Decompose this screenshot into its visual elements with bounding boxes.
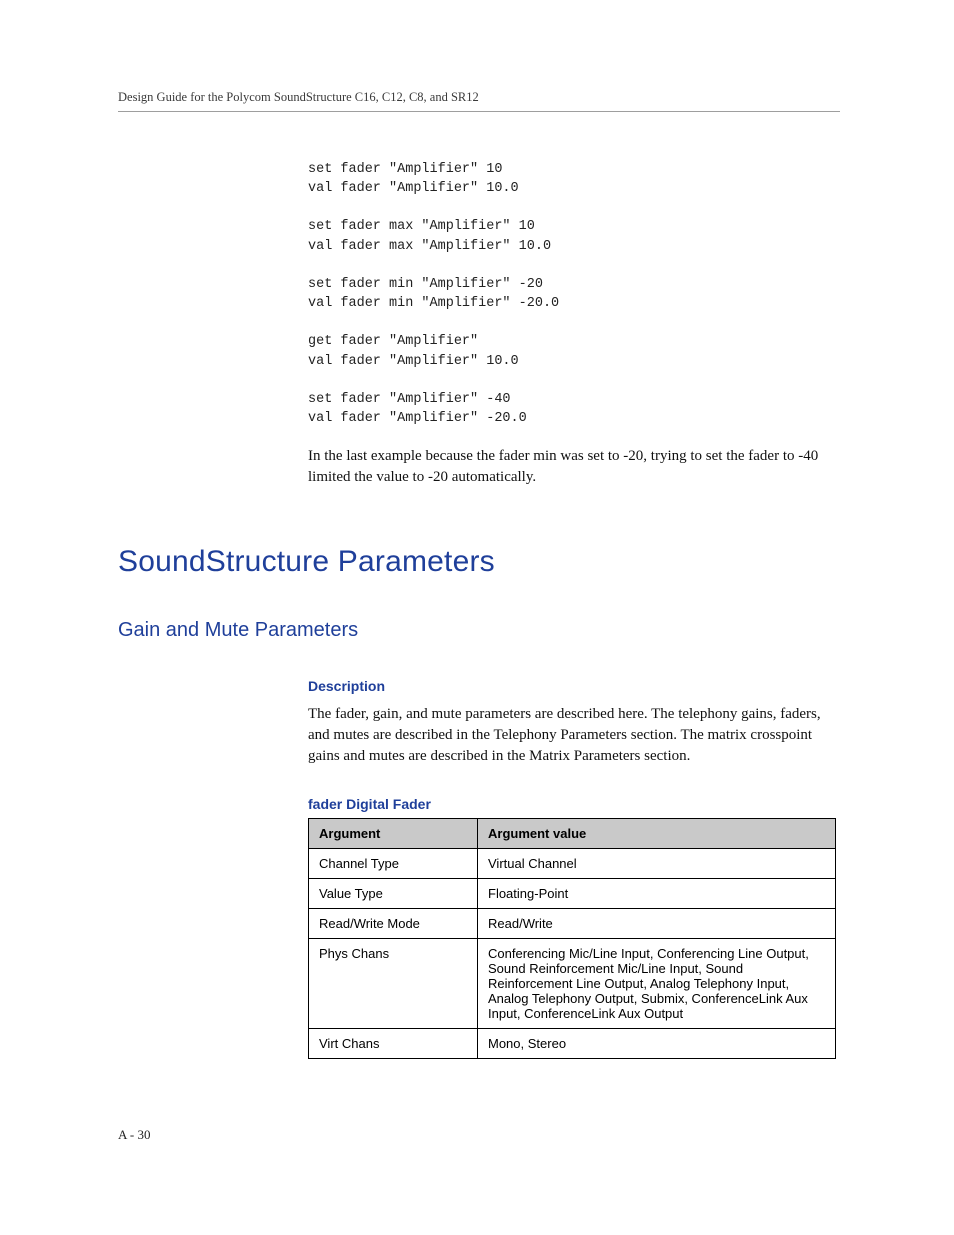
description-heading: Description <box>308 678 840 694</box>
table-row: Value Type Floating-Point <box>309 878 836 908</box>
cell-argument: Virt Chans <box>309 1028 478 1058</box>
table-row: Channel Type Virtual Channel <box>309 848 836 878</box>
code-example-block: set fader "Amplifier" 10 val fader "Ampl… <box>308 160 840 489</box>
description-block: Description The fader, gain, and mute pa… <box>308 678 840 1059</box>
cell-argument: Phys Chans <box>309 938 478 1028</box>
cell-value: Mono, Stereo <box>478 1028 836 1058</box>
section-heading-h2: Gain and Mute Parameters <box>118 619 840 642</box>
code-listing: set fader "Amplifier" 10 val fader "Ampl… <box>308 160 840 428</box>
cell-argument: Read/Write Mode <box>309 908 478 938</box>
running-header: Design Guide for the Polycom SoundStruct… <box>118 90 840 105</box>
body-paragraph: In the last example because the fader mi… <box>308 446 840 489</box>
table-header-argument: Argument <box>309 818 478 848</box>
cell-value: Virtual Channel <box>478 848 836 878</box>
table-header-value: Argument value <box>478 818 836 848</box>
table-header-row: Argument Argument value <box>309 818 836 848</box>
page-number: A - 30 <box>118 1127 151 1143</box>
parameter-table: Argument Argument value Channel Type Vir… <box>308 818 836 1059</box>
cell-argument: Channel Type <box>309 848 478 878</box>
cell-argument: Value Type <box>309 878 478 908</box>
cell-value: Floating-Point <box>478 878 836 908</box>
section-heading-h1: SoundStructure Parameters <box>118 545 840 579</box>
header-rule <box>118 111 840 112</box>
cell-value: Read/Write <box>478 908 836 938</box>
page: Design Guide for the Polycom SoundStruct… <box>0 0 954 1235</box>
table-title: fader Digital Fader <box>308 796 840 812</box>
table-row: Read/Write Mode Read/Write <box>309 908 836 938</box>
cell-value: Conferencing Mic/Line Input, Conferencin… <box>478 938 836 1028</box>
table-row: Virt Chans Mono, Stereo <box>309 1028 836 1058</box>
description-text: The fader, gain, and mute parameters are… <box>308 704 840 768</box>
table-row: Phys Chans Conferencing Mic/Line Input, … <box>309 938 836 1028</box>
